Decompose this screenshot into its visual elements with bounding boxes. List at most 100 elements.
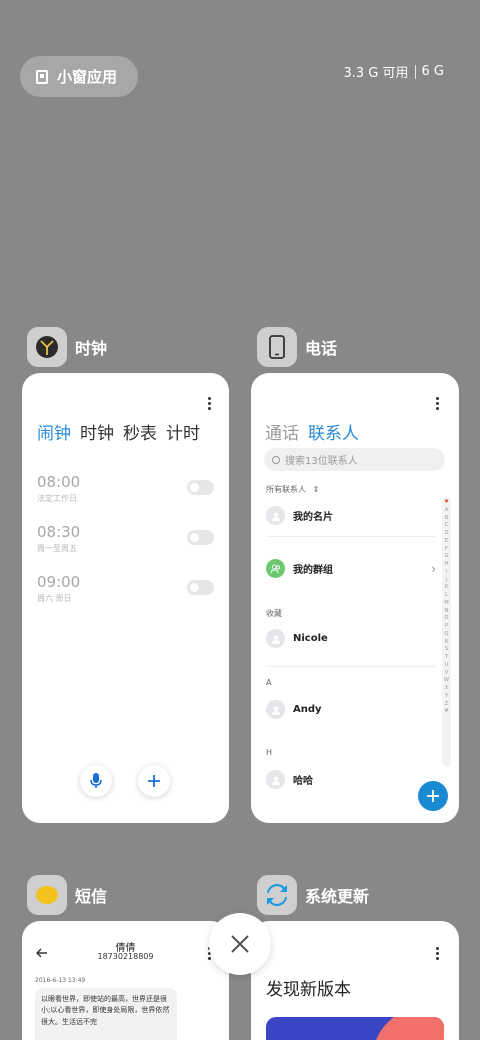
alphabet-index-letter[interactable]: S: [445, 646, 448, 654]
alphabet-index-letter[interactable]: Y: [445, 693, 448, 701]
alphabet-index-letter[interactable]: M: [444, 600, 448, 608]
alphabet-index-letter[interactable]: B: [445, 515, 448, 523]
memory-available: 3.3 G 可用: [343, 66, 409, 81]
phone-more-icon[interactable]: [436, 397, 440, 412]
alphabet-index-letter[interactable]: N: [445, 608, 449, 616]
voice-alarm-button[interactable]: [80, 765, 112, 797]
alphabet-index[interactable]: ♥ A B C D E F G H I J K L M N O P Q R S T U V W X Y Z #: [442, 497, 451, 767]
update-app-icon: [257, 875, 297, 915]
all-contacts-filter[interactable]: 所有联系人 ⇕: [266, 484, 319, 495]
alphabet-index-letter[interactable]: D: [445, 530, 449, 538]
alarm-toggle[interactable]: [187, 580, 214, 595]
phone-app-header[interactable]: 电话: [257, 326, 337, 368]
alphabet-index-letter[interactable]: H: [445, 561, 449, 569]
my-card-label: 我的名片: [293, 512, 333, 523]
avatar: [266, 700, 285, 719]
plus-icon: [148, 775, 160, 787]
alphabet-index-letter[interactable]: K: [445, 584, 448, 592]
tab-timer[interactable]: 计时: [166, 419, 200, 444]
update-app-name: 系统更新: [305, 887, 370, 906]
alphabet-index-letter[interactable]: V: [445, 670, 448, 678]
tab-clock[interactable]: 时钟: [80, 419, 114, 444]
alphabet-index-letter[interactable]: T: [445, 654, 448, 662]
alphabet-index-letter[interactable]: X: [445, 685, 448, 693]
alphabet-index-letter[interactable]: W: [444, 677, 449, 685]
clock-app-header[interactable]: 时钟: [27, 326, 107, 368]
sms-app-card[interactable]: 倩倩 18730218809 2016-6-13 13:49 以眼看世界，即使站…: [22, 921, 229, 1040]
alphabet-index-letter[interactable]: O: [445, 615, 449, 623]
memory-total: 6 G: [421, 64, 444, 79]
sms-app-icon: [27, 875, 67, 915]
clock-tabs: 闹钟 时钟 秒表 计时: [37, 419, 200, 444]
alphabet-index-letter[interactable]: ♥: [444, 499, 448, 507]
clear-all-button[interactable]: [209, 913, 271, 975]
clock-more-icon[interactable]: [208, 397, 212, 412]
update-more-icon[interactable]: [436, 947, 440, 962]
alphabet-index-letter[interactable]: F: [445, 546, 448, 554]
alphabet-index-letter[interactable]: U: [445, 662, 449, 670]
sms-app-header[interactable]: 短信: [27, 874, 107, 916]
my-groups-item[interactable]: 我的群组 ›: [266, 559, 436, 578]
alarm-repeat: 周一至周五: [37, 544, 77, 553]
phone-tabs: 通话 联系人: [265, 419, 359, 444]
sort-icon: ⇕: [312, 485, 320, 494]
tab-stopwatch[interactable]: 秒表: [123, 419, 157, 444]
section-letter: H: [266, 748, 273, 757]
alphabet-index-letter[interactable]: R: [445, 639, 448, 647]
avatar: [266, 629, 285, 648]
tab-contacts[interactable]: 联系人: [308, 419, 359, 444]
alphabet-index-letter[interactable]: #: [444, 708, 448, 716]
phone-app-icon: [257, 327, 297, 367]
tab-calls[interactable]: 通话: [265, 419, 299, 444]
contact-row[interactable]: Andy: [266, 700, 426, 719]
avatar: [266, 506, 285, 525]
add-alarm-button[interactable]: [138, 765, 170, 797]
search-icon: [272, 455, 280, 464]
microphone-icon: [90, 773, 102, 788]
alphabet-index-letter[interactable]: A: [445, 507, 448, 515]
group-avatar: [266, 559, 285, 578]
alarm-toggle[interactable]: [187, 530, 214, 545]
close-icon: [231, 935, 249, 953]
contact-name: Andy: [293, 704, 322, 715]
alarm-repeat: 法定工作日: [37, 494, 77, 503]
search-placeholder: 搜索13位联系人: [285, 456, 358, 467]
clock-app-card[interactable]: 闹钟 时钟 秒表 计时 08:00 法定工作日 08:30 周一至周五 09:0…: [22, 373, 229, 823]
tab-alarm[interactable]: 闹钟: [37, 419, 71, 444]
message-bubble: 以眼看世界，即使站的最高，世界还是很小;以心看世界，即使身处局限，世界依然很大。…: [35, 988, 177, 1040]
contact-search-input[interactable]: 搜索13位联系人: [264, 448, 445, 471]
divider: [266, 536, 436, 537]
contact-name: Nicole: [293, 633, 328, 644]
update-banner-image: [266, 1017, 444, 1040]
mini-window-apps-button[interactable]: 小窗应用: [20, 56, 138, 97]
alphabet-index-letter[interactable]: P: [445, 623, 448, 631]
message-date: 2016-6-13 13:49: [35, 977, 86, 984]
alarm-toggle[interactable]: [187, 480, 214, 495]
alphabet-index-letter[interactable]: I: [446, 569, 447, 577]
mini-window-label: 小窗应用: [57, 68, 118, 86]
sms-app-name: 短信: [75, 887, 108, 906]
section-letter: A: [266, 678, 272, 687]
alphabet-index-letter[interactable]: Z: [445, 701, 448, 709]
update-app-header[interactable]: 系统更新: [257, 874, 369, 916]
plus-icon: [427, 790, 439, 802]
alphabet-index-letter[interactable]: Q: [445, 631, 449, 639]
update-title: 发现新版本: [266, 980, 351, 1000]
alphabet-index-letter[interactable]: C: [445, 522, 449, 530]
alphabet-index-letter[interactable]: G: [445, 553, 449, 561]
chevron-right-icon: ›: [431, 561, 436, 576]
my-card-item[interactable]: 我的名片: [266, 506, 426, 525]
contact-name: 哈哈: [293, 776, 313, 787]
update-app-card[interactable]: 发现新版本: [251, 921, 459, 1040]
alphabet-index-letter[interactable]: E: [445, 538, 448, 546]
mini-window-icon: [36, 69, 48, 84]
divider: [266, 666, 436, 667]
add-contact-button[interactable]: [418, 781, 448, 811]
memory-status: 3.3 G 可用 6 G: [344, 62, 445, 81]
contact-row[interactable]: 哈哈: [266, 770, 426, 789]
alphabet-index-letter[interactable]: L: [445, 592, 448, 600]
contact-row[interactable]: Nicole: [266, 629, 426, 648]
conversation-number: 18730218809: [97, 952, 154, 961]
phone-app-card[interactable]: 通话 联系人 搜索13位联系人 所有联系人 ⇕ 我的名片 我的群组 › 收藏 N…: [251, 373, 459, 823]
alphabet-index-letter[interactable]: J: [446, 577, 447, 585]
